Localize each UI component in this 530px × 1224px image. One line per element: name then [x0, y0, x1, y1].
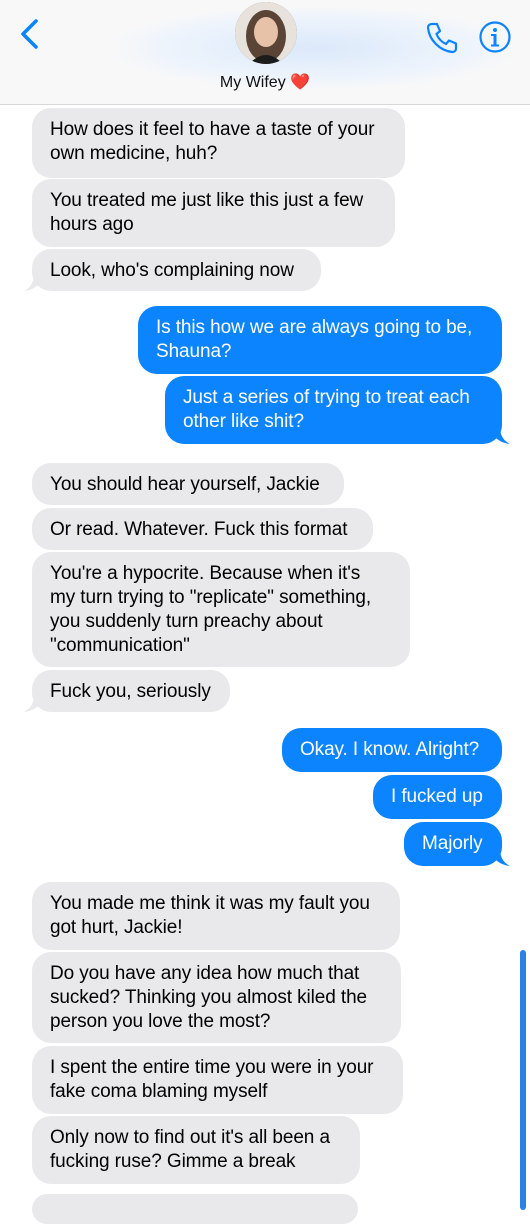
message-bubble-outgoing[interactable]: I fucked up [373, 775, 502, 819]
scrollbar[interactable] [520, 950, 526, 1210]
message-bubble-incoming[interactable]: Fuck you, seriously [32, 670, 230, 712]
message-bubble-incoming[interactable]: Or read. Whatever. Fuck this format [32, 508, 373, 550]
message-bubble-outgoing[interactable]: Majorly [404, 822, 502, 866]
bubble-tail [490, 849, 510, 866]
call-button[interactable] [424, 20, 460, 56]
message-thread[interactable]: How does it feel to have a taste of your… [0, 104, 530, 1224]
conversation-header: My Wifey ❤️ [0, 0, 530, 105]
bubble-tail [24, 274, 44, 291]
avatar-image [235, 2, 297, 64]
avatar[interactable] [235, 2, 297, 64]
message-bubble-incoming-partial[interactable] [32, 1194, 358, 1224]
info-button[interactable] [478, 20, 512, 54]
message-bubble-incoming[interactable]: You should hear yourself, Jackie [32, 463, 344, 505]
bubble-tail [490, 427, 510, 444]
message-bubble-incoming[interactable]: Only now to find out it's all been a fuc… [32, 1116, 360, 1184]
message-bubble-incoming[interactable]: How does it feel to have a taste of your… [32, 108, 405, 178]
chevron-left-icon [21, 19, 38, 49]
message-bubble-outgoing[interactable]: Is this how we are always going to be, S… [138, 306, 502, 374]
info-icon [479, 21, 511, 53]
message-bubble-incoming[interactable]: Do you have any idea how much that sucke… [32, 952, 401, 1043]
message-bubble-incoming[interactable]: You're a hypocrite. Because when it's my… [32, 552, 410, 667]
phone-icon [426, 22, 458, 54]
message-bubble-incoming[interactable]: You treated me just like this just a few… [32, 179, 395, 247]
message-bubble-incoming[interactable]: You made me think it was my fault you go… [32, 882, 400, 950]
message-bubble-incoming[interactable]: Look, who's complaining now [32, 249, 321, 291]
bubble-tail [24, 695, 44, 712]
back-button[interactable] [14, 16, 48, 52]
contact-name[interactable]: My Wifey ❤️ [0, 72, 530, 92]
message-bubble-outgoing[interactable]: Just a series of trying to treat each ot… [165, 376, 502, 444]
message-bubble-outgoing[interactable]: Okay. I know. Alright? [282, 728, 502, 772]
message-bubble-incoming[interactable]: I spent the entire time you were in your… [32, 1046, 403, 1114]
